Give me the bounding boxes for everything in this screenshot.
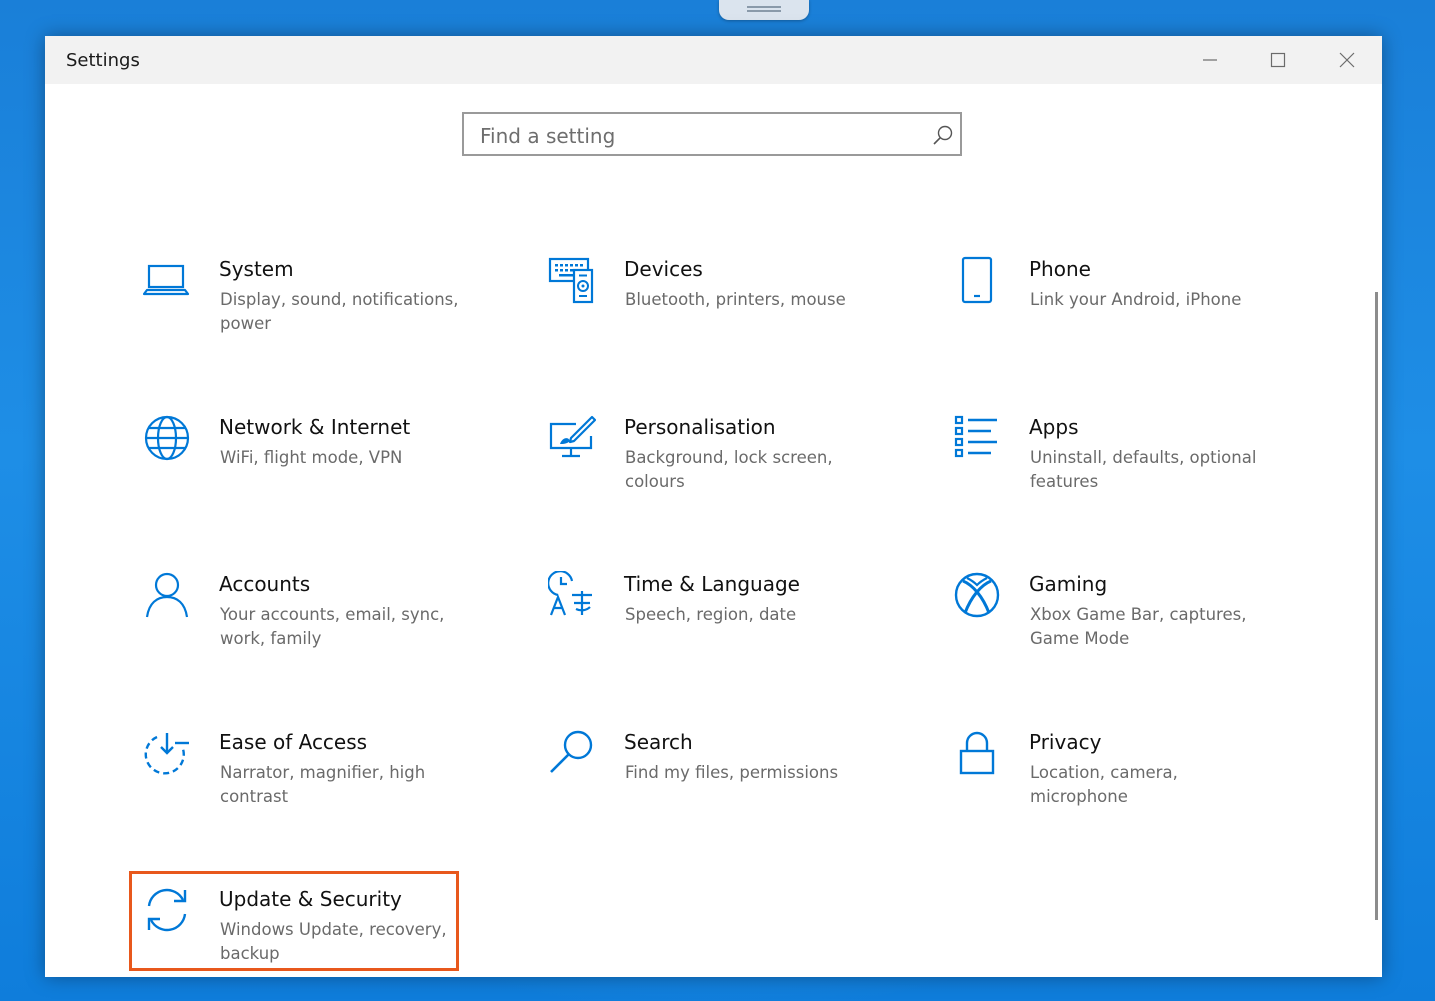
tile-description: Location, camera, microphone xyxy=(1030,763,1178,806)
tile-name: Privacy xyxy=(1029,730,1102,754)
tile-description: WiFi, flight mode, VPN xyxy=(220,448,403,467)
globe-icon xyxy=(144,415,190,461)
minimize-icon xyxy=(1203,59,1217,61)
search-box[interactable] xyxy=(462,112,962,156)
tile-name: Personalisation xyxy=(624,415,776,439)
tile-name: Phone xyxy=(1029,257,1091,281)
magnifier-icon xyxy=(550,730,593,773)
devices-icon xyxy=(548,257,594,304)
tile-name: Accounts xyxy=(219,572,311,596)
tile-name: Time & Language xyxy=(624,572,800,596)
tile-name: Apps xyxy=(1029,415,1079,439)
tile-gaming[interactable]: Gaming Xbox Game Bar, captures, Game Mod… xyxy=(953,571,1303,681)
window-title: Settings xyxy=(66,50,140,71)
ease-of-access-icon xyxy=(144,733,189,775)
maximize-icon xyxy=(1270,52,1286,68)
tile-name: Network & Internet xyxy=(219,415,411,439)
tile-description: Background, lock screen, colours xyxy=(625,448,833,491)
tile-search[interactable]: Search Find my files, permissions xyxy=(548,729,898,839)
settings-window: Settings System Display, sound, notifica… xyxy=(45,36,1382,977)
lock-icon xyxy=(959,731,995,775)
tile-name: System xyxy=(219,257,294,281)
tile-accounts[interactable]: Accounts Your accounts, email, sync, wor… xyxy=(143,571,493,681)
laptop-icon xyxy=(143,264,190,296)
tile-phone[interactable]: Phone Link your Android, iPhone xyxy=(953,256,1303,366)
apps-list-icon xyxy=(954,415,997,458)
highlight-box xyxy=(129,871,459,971)
tile-ease-of-access[interactable]: Ease of Access Narrator, magnifier, high… xyxy=(143,729,493,839)
tile-privacy[interactable]: Privacy Location, camera, microphone xyxy=(953,729,1303,839)
tile-description: Find my files, permissions xyxy=(625,763,839,782)
personalisation-icon xyxy=(549,415,596,458)
tile-description: Bluetooth, printers, mouse xyxy=(625,290,846,309)
minimize-button[interactable] xyxy=(1176,36,1244,84)
tile-devices[interactable]: Devices Bluetooth, printers, mouse xyxy=(548,256,898,366)
tile-name: Ease of Access xyxy=(219,730,368,754)
tile-system[interactable]: System Display, sound, notifications, po… xyxy=(143,256,493,366)
close-icon xyxy=(1339,52,1355,68)
person-icon xyxy=(145,572,189,618)
time-language-icon xyxy=(548,571,592,616)
close-button[interactable] xyxy=(1313,36,1381,84)
phone-icon xyxy=(961,256,993,304)
title-bar[interactable]: Settings xyxy=(45,36,1382,84)
tile-description: Speech, region, date xyxy=(625,605,797,624)
maximize-button[interactable] xyxy=(1244,36,1312,84)
tile-name: Gaming xyxy=(1029,572,1108,596)
search-icon[interactable] xyxy=(932,124,954,146)
tile-description: Xbox Game Bar, captures, Game Mode xyxy=(1030,605,1247,648)
tile-description: Link your Android, iPhone xyxy=(1030,290,1242,309)
tile-name: Search xyxy=(624,730,693,754)
tile-description: Your accounts, email, sync, work, family xyxy=(220,605,445,648)
tile-network-internet[interactable]: Network & Internet WiFi, flight mode, VP… xyxy=(143,414,493,524)
tile-apps[interactable]: Apps Uninstall, defaults, optional featu… xyxy=(953,414,1303,524)
search-input[interactable] xyxy=(478,122,922,150)
remote-connection-bar[interactable] xyxy=(719,0,809,20)
scrollbar[interactable] xyxy=(1375,292,1378,920)
tile-personalisation[interactable]: Personalisation Background, lock screen,… xyxy=(548,414,898,524)
xbox-icon xyxy=(954,572,1000,618)
tile-description: Display, sound, notifications, power xyxy=(220,290,459,333)
tile-description: Uninstall, defaults, optional features xyxy=(1030,448,1257,491)
tile-time-language[interactable]: Time & Language Speech, region, date xyxy=(548,571,898,681)
tile-description: Narrator, magnifier, high contrast xyxy=(220,763,426,806)
tile-name: Devices xyxy=(624,257,703,281)
